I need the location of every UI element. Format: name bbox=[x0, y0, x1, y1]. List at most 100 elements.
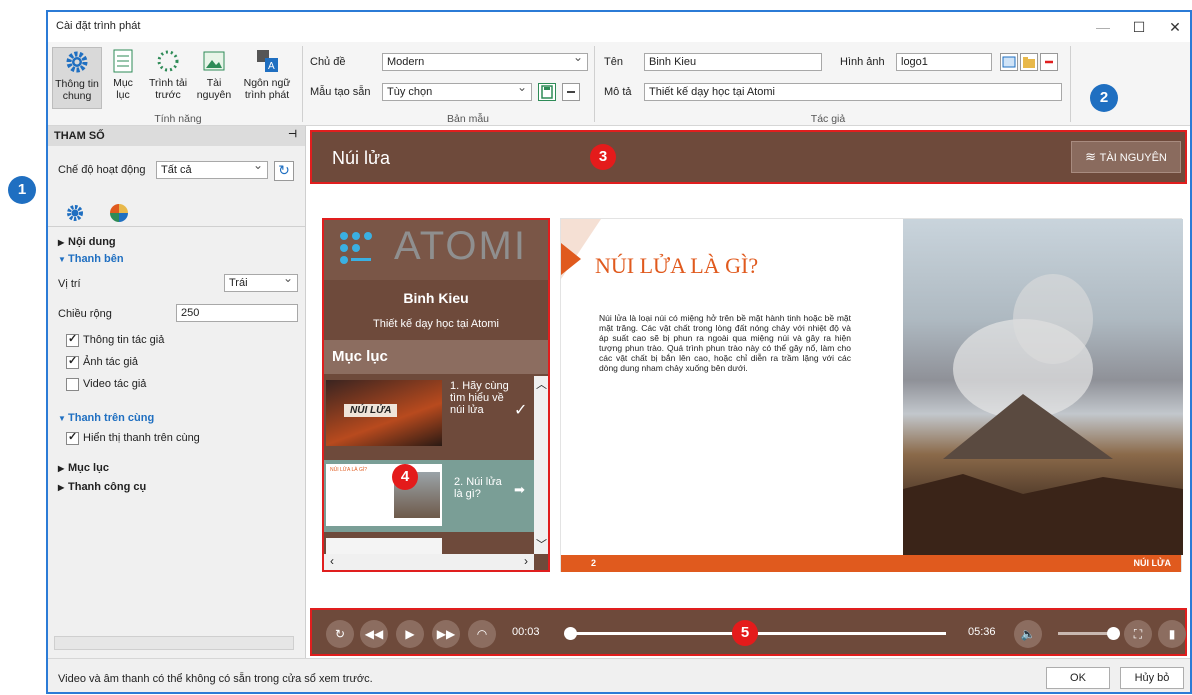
sidebar-icon: ▮ bbox=[1168, 627, 1176, 641]
chevron-left-icon[interactable]: ‹ bbox=[330, 554, 334, 568]
chevron-right-icon[interactable]: › bbox=[524, 554, 528, 568]
toc-vertical-scrollbar[interactable]: ︿ ﹀ bbox=[534, 376, 548, 554]
maximize-button[interactable]: ☐ bbox=[1122, 16, 1156, 38]
callout-marker-1: 1 bbox=[8, 176, 36, 204]
ribbon-resources-button[interactable]: Tài nguyên bbox=[194, 47, 234, 109]
image-folder-icon bbox=[199, 47, 229, 75]
svg-text:A: A bbox=[268, 61, 275, 72]
rewind-icon: ◀◀ bbox=[364, 627, 384, 641]
close-button[interactable]: ✕ bbox=[1158, 16, 1190, 38]
seek-bar[interactable] bbox=[564, 627, 946, 640]
slide-footer-title: NÚI LỬA bbox=[1133, 558, 1171, 568]
mode-label: Chế độ hoạt động bbox=[58, 164, 146, 176]
image-input[interactable]: logo1 bbox=[896, 53, 992, 71]
image-label: Hình ảnh bbox=[840, 56, 885, 68]
preview-area: Núi lửa 3 ≋ TÀI NGUYÊN ATOMI Binh Kieu T… bbox=[307, 126, 1190, 658]
toc-thumbnail: NÚI LỬA LÀ GÌ? bbox=[326, 464, 442, 526]
toc-list: NÚI LỬA 1. Hãy cùng tìm hiểu về núi lửa … bbox=[324, 376, 534, 554]
speed-button[interactable]: ◠ bbox=[468, 620, 496, 648]
ribbon-language-button[interactable]: A Ngôn ngữ trình phát bbox=[238, 47, 296, 109]
image-preview-button[interactable] bbox=[1000, 53, 1018, 71]
list-icon bbox=[108, 47, 138, 75]
status-bar: Video và âm thanh có thể không có sẵn tr… bbox=[48, 658, 1190, 692]
chevron-down-icon[interactable]: ﹀ bbox=[536, 536, 547, 552]
settings-tab-icon[interactable] bbox=[64, 202, 86, 227]
preview-topbar: Núi lửa 3 ≋ TÀI NGUYÊN bbox=[310, 130, 1187, 184]
parameters-title: THAM SỐ bbox=[54, 130, 105, 142]
play-button[interactable]: ▶ bbox=[396, 620, 424, 648]
spinner-icon bbox=[153, 47, 183, 75]
remove-image-button[interactable] bbox=[1040, 53, 1058, 71]
section-content-label: Nội dung bbox=[68, 236, 116, 248]
callout-marker-2: 2 bbox=[1090, 84, 1118, 112]
ribbon-resources-label: Tài nguyên bbox=[196, 77, 232, 101]
author-info-checkbox[interactable]: Thông tin tác giả bbox=[66, 332, 164, 347]
ok-button[interactable]: OK bbox=[1046, 667, 1110, 689]
previous-button[interactable]: ◀◀ bbox=[360, 620, 388, 648]
theme-label: Chủ đề bbox=[310, 56, 346, 68]
pin-icon[interactable]: ⊣ bbox=[288, 129, 297, 140]
group-features-label: Tính năng bbox=[154, 113, 202, 125]
callout-marker-3: 3 bbox=[590, 144, 616, 170]
section-topbar[interactable]: ▼ Thanh trên cùng bbox=[58, 412, 154, 424]
name-input[interactable]: Binh Kieu bbox=[644, 53, 822, 71]
description-input[interactable]: Thiết kế dạy học tại Atomi bbox=[644, 83, 1062, 101]
next-button[interactable]: ▶▶ bbox=[432, 620, 460, 648]
section-toolbar[interactable]: ▶ Thanh công cụ bbox=[58, 481, 146, 493]
section-sidebar[interactable]: ▼ Thanh bên bbox=[58, 253, 124, 265]
author-video-checkbox[interactable]: Video tác giả bbox=[66, 378, 146, 391]
course-title: Núi lửa bbox=[332, 148, 391, 168]
minimize-button[interactable]: — bbox=[1086, 16, 1120, 38]
replay-button[interactable]: ↻ bbox=[326, 620, 354, 648]
check-icon: ✓ bbox=[514, 402, 528, 419]
volume-slider[interactable] bbox=[1058, 627, 1120, 640]
section-content[interactable]: ▶ Nội dung bbox=[58, 236, 116, 248]
picture-icon bbox=[1002, 56, 1016, 68]
width-stepper[interactable]: 250 bbox=[176, 304, 298, 322]
slide-footer-bar: 2 NÚI LỬA bbox=[561, 555, 1181, 572]
toc-item[interactable]: NÚI LỬA 1. Hãy cùng tìm hiểu về núi lửa … bbox=[324, 376, 534, 456]
ribbon-separator bbox=[1070, 46, 1071, 122]
ribbon-separator bbox=[302, 46, 303, 122]
ribbon-preloader-label: Trình tải trước bbox=[148, 77, 188, 101]
arrow-right-icon: ➡ bbox=[514, 482, 525, 497]
author-photo-checkbox[interactable]: Ảnh tác giả bbox=[66, 354, 138, 369]
show-topbar-checkbox[interactable]: Hiển thị thanh trên cùng bbox=[66, 430, 200, 445]
horizontal-scrollbar[interactable] bbox=[54, 636, 294, 650]
chevron-up-icon[interactable]: ︿ bbox=[536, 376, 547, 392]
author-name: Binh Kieu bbox=[403, 290, 469, 306]
reset-button[interactable]: ↻ bbox=[274, 161, 294, 181]
mode-select[interactable]: Tất cả bbox=[156, 161, 268, 179]
toc-thumbnail-partial bbox=[326, 538, 442, 554]
ribbon-toc-button[interactable]: Mục lục bbox=[106, 47, 140, 109]
fullscreen-button[interactable]: ⛶ bbox=[1124, 620, 1152, 648]
resources-button[interactable]: ≋ TÀI NGUYÊN bbox=[1071, 141, 1181, 173]
section-toc[interactable]: ▶ Mục lục bbox=[58, 462, 109, 474]
save-template-button[interactable] bbox=[538, 83, 556, 101]
toc-item-label: 1. Hãy cùng tìm hiểu về núi lửa bbox=[450, 380, 509, 416]
theme-select[interactable]: Modern bbox=[382, 53, 588, 71]
volume-button[interactable]: 🔈 bbox=[1014, 620, 1042, 648]
position-select[interactable]: Trái bbox=[224, 274, 298, 292]
volcano-illustration bbox=[903, 274, 1183, 555]
toc-horizontal-scrollbar[interactable]: ‹ › bbox=[324, 554, 534, 570]
thumb-title: NÚI LỬA LÀ GÌ? bbox=[330, 467, 368, 473]
slide-number: 2 bbox=[591, 558, 597, 568]
browse-image-button[interactable] bbox=[1020, 53, 1038, 71]
logo-text: ATOMI bbox=[394, 224, 527, 268]
sidebar-toggle-button[interactable]: ▮ bbox=[1158, 620, 1186, 648]
volume-handle[interactable] bbox=[1107, 627, 1120, 640]
toc-item-active[interactable]: NÚI LỬA LÀ GÌ? 4 2. Núi lửa là gì? ➡ bbox=[324, 460, 534, 532]
color-palette-icon[interactable] bbox=[108, 202, 130, 227]
remove-template-button[interactable] bbox=[562, 83, 580, 101]
minus-icon bbox=[1045, 60, 1053, 64]
speedometer-icon: ◠ bbox=[476, 627, 488, 641]
ribbon-general-info-button[interactable]: Thông tin chung bbox=[52, 47, 102, 109]
description-label: Mô tả bbox=[604, 86, 632, 98]
template-select[interactable]: Tùy chọn bbox=[382, 83, 532, 101]
seek-handle[interactable] bbox=[564, 627, 577, 640]
save-icon bbox=[541, 85, 553, 99]
section-sidebar-label: Thanh bên bbox=[68, 253, 124, 265]
ribbon-preloader-button[interactable]: Trình tải trước bbox=[146, 47, 190, 109]
cancel-button[interactable]: Hủy bỏ bbox=[1120, 667, 1184, 689]
